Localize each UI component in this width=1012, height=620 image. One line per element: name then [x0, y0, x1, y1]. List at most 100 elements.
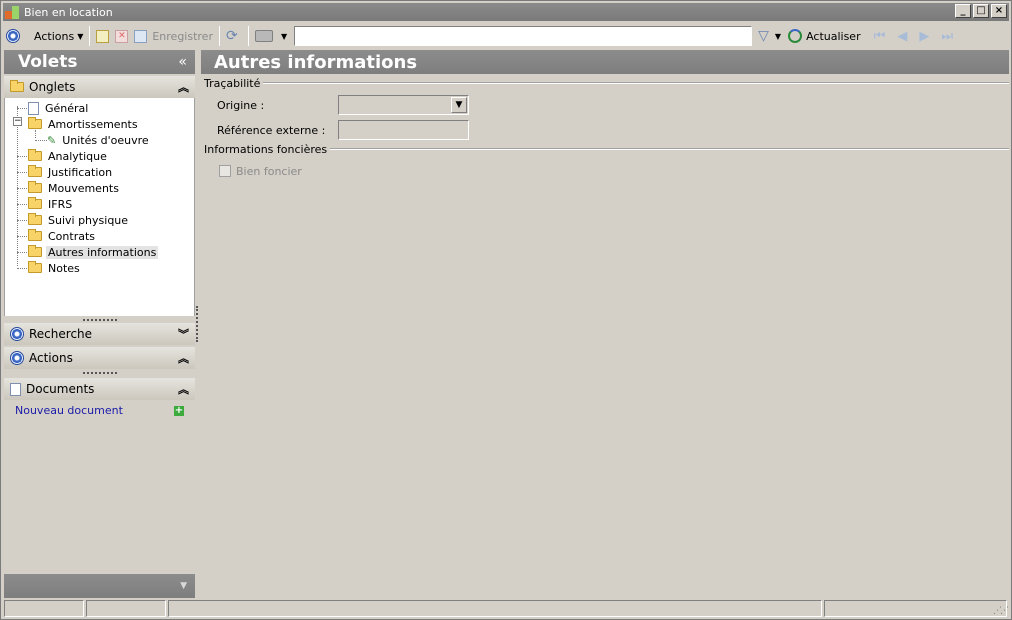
chevron-down-icon[interactable]: ▼ — [451, 97, 467, 113]
tree-item-justification[interactable]: Justification — [5, 164, 194, 180]
document-gear-icon — [28, 101, 39, 115]
dropdown-arrow-icon[interactable]: ▼ — [180, 581, 187, 591]
next-record-icon[interactable]: ▶ — [919, 29, 929, 44]
tree-item-mouvements[interactable]: Mouvements — [5, 180, 194, 196]
page-title: Autres informations — [201, 50, 1009, 74]
tree-item-label: Mouvements — [48, 181, 119, 195]
tree-item-unites-oeuvre[interactable]: ✎ Unités d'oeuvre — [5, 132, 194, 148]
delete-button[interactable]: ✕ — [112, 25, 131, 47]
folder-icon — [28, 261, 42, 273]
status-cell — [168, 600, 822, 617]
folder-icon — [10, 80, 24, 92]
documents-label: Documents — [26, 382, 95, 396]
origine-select[interactable]: ▼ — [338, 95, 469, 115]
onglets-label: Onglets — [29, 80, 76, 94]
tree-item-label: Justification — [48, 165, 113, 179]
app-menu-button[interactable] — [3, 25, 23, 47]
refresh-label: Actualiser — [806, 29, 861, 43]
panel-options-bar[interactable]: ▼ — [4, 574, 195, 598]
new-button[interactable] — [93, 25, 112, 47]
actions-menu-button[interactable]: Actions ▼ — [31, 25, 86, 47]
window-controls: _ □ × — [955, 4, 1007, 18]
left-panel: Volets « Onglets ︽ − Général Amortisseme… — [4, 50, 195, 598]
bien-foncier-row: Bien foncier — [201, 161, 1009, 181]
print-button[interactable]: ▼ — [252, 25, 290, 47]
close-button[interactable]: × — [991, 4, 1007, 18]
tree-item-contrats[interactable]: Contrats — [5, 228, 194, 244]
tree-item-label: Amortissements — [48, 117, 138, 131]
tree-item-label: Suivi physique — [48, 213, 129, 227]
previous-record-icon[interactable]: ◀ — [897, 29, 907, 44]
collapse-panel-icon[interactable]: « — [178, 54, 187, 70]
tree-item-autres-informations[interactable]: Autres informations — [5, 244, 194, 260]
tree-item-label: Unités d'oeuvre — [62, 133, 149, 147]
delete-icon: ✕ — [115, 29, 129, 43]
toolbar-separator — [218, 26, 220, 46]
tree-item-label: Autres informations — [46, 245, 159, 259]
target-icon — [6, 29, 20, 43]
panel-splitter[interactable] — [196, 306, 198, 342]
resize-grip[interactable] — [4, 316, 195, 323]
onglets-section-header[interactable]: Onglets ︽ — [4, 76, 195, 98]
target-icon — [10, 327, 24, 341]
tree-item-amortissements[interactable]: Amortissements — [5, 116, 194, 132]
app-window: Bien en location _ □ × Actions ▼ ✕ Enreg… — [0, 0, 1012, 620]
sync-icon: ⟳ — [225, 28, 238, 44]
save-icon — [134, 29, 148, 43]
search-input[interactable] — [294, 26, 753, 46]
chevron-up-icon[interactable]: ︽ — [178, 350, 189, 366]
onglets-tree: − Général Amortissements ✎ Unités d'oeuv… — [4, 98, 195, 316]
bien-foncier-label: Bien foncier — [236, 164, 302, 178]
toolbar-separator — [89, 26, 91, 46]
filter-dropdown-icon[interactable]: ▼ — [775, 32, 781, 41]
tree-item-ifrs[interactable]: IFRS — [5, 196, 194, 212]
actions-section-header[interactable]: Actions ︽ — [4, 347, 195, 369]
minimize-button[interactable]: _ — [955, 4, 971, 18]
tree-item-suivi-physique[interactable]: Suivi physique — [5, 212, 194, 228]
new-document-link[interactable]: Nouveau document — [15, 404, 123, 417]
first-record-icon[interactable]: ⏮ — [874, 29, 886, 44]
resize-grip[interactable] — [4, 369, 195, 376]
resize-grip-icon[interactable]: ⋰⋰ — [993, 606, 1009, 616]
chevron-up-icon[interactable]: ︽ — [178, 381, 189, 397]
tree-item-label: Général — [45, 101, 89, 115]
title-bar[interactable]: Bien en location _ □ × — [3, 3, 1009, 21]
folder-icon — [28, 229, 42, 241]
new-document-icon — [96, 29, 110, 43]
tracabilite-group: Traçabilité — [201, 76, 1009, 90]
refresh-button[interactable]: Actualiser — [785, 25, 864, 47]
recherche-section-header[interactable]: Recherche ︾ — [4, 323, 195, 345]
tree-item-notes[interactable]: Notes — [5, 260, 194, 276]
last-record-icon[interactable]: ⏭ — [941, 29, 953, 44]
tree-item-general[interactable]: Général — [5, 100, 194, 116]
filter-icon[interactable]: ▽ — [758, 28, 769, 44]
documents-section-header[interactable]: Documents ︽ — [4, 378, 195, 400]
status-cell — [4, 600, 84, 617]
folder-icon — [28, 149, 42, 161]
folder-icon — [28, 181, 42, 193]
reference-externe-field[interactable] — [338, 120, 469, 140]
bien-foncier-checkbox[interactable] — [219, 165, 231, 177]
origine-label: Origine : — [217, 98, 265, 112]
record-navigation: ⏮ ◀ ▶ ⏭ — [874, 29, 953, 44]
caret-down-icon: ▼ — [77, 31, 84, 41]
tree-item-analytique[interactable]: Analytique — [5, 148, 194, 164]
chevron-down-icon[interactable]: ︾ — [178, 326, 189, 342]
window-title: Bien en location — [24, 5, 113, 19]
sync-button[interactable]: ⟳ — [223, 25, 245, 47]
save-label: Enregistrer — [152, 29, 213, 43]
foncieres-group: Informations foncières — [201, 142, 1009, 156]
chevron-up-icon[interactable]: ︽ — [178, 79, 189, 95]
add-icon[interactable]: + — [174, 405, 184, 416]
save-button[interactable]: Enregistrer — [131, 25, 216, 47]
volets-header: Volets « — [4, 50, 195, 74]
toolbar-separator — [247, 26, 249, 46]
folder-open-icon — [28, 245, 42, 257]
tracabilite-title: Traçabilité — [204, 76, 261, 90]
tree-item-label: Contrats — [48, 229, 96, 243]
reference-label: Référence externe : — [217, 123, 326, 137]
main-panel: Autres informations Traçabilité Origine … — [201, 50, 1009, 598]
tree-item-label: IFRS — [48, 197, 73, 211]
maximize-button[interactable]: □ — [973, 4, 989, 18]
foncieres-title: Informations foncières — [204, 142, 328, 156]
